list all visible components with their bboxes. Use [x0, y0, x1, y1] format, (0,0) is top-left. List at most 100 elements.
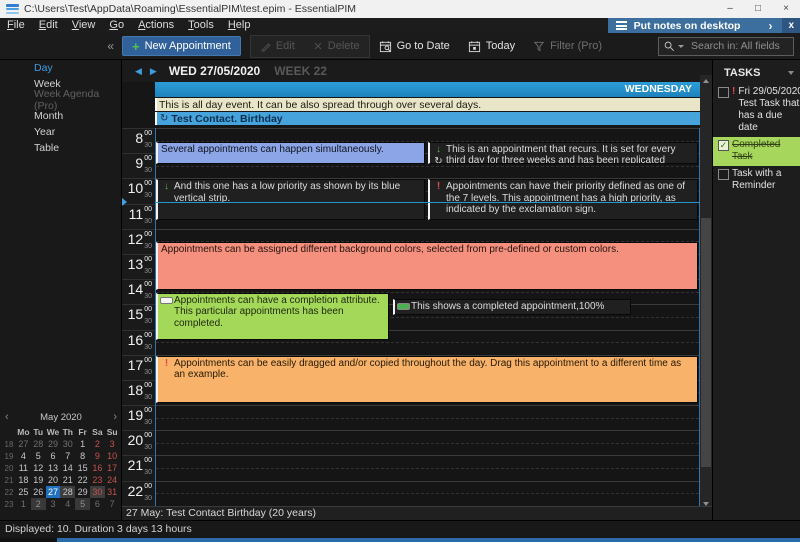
mini-calendar-day[interactable]: 16: [90, 462, 105, 474]
menu-edit[interactable]: Edit: [32, 18, 65, 33]
high-priority-icon: !: [165, 358, 168, 369]
mini-calendar-day[interactable]: 3: [105, 438, 120, 450]
mini-calendar-day[interactable]: 25: [16, 486, 31, 498]
next-month-icon[interactable]: ›: [105, 412, 117, 423]
mini-calendar-day[interactable]: 10: [105, 450, 120, 462]
mini-calendar-day[interactable]: 11: [16, 462, 31, 474]
mini-calendar-day[interactable]: 23: [90, 474, 105, 486]
mini-calendar-day[interactable]: 14: [60, 462, 75, 474]
mini-calendar-day[interactable]: 30: [90, 486, 105, 498]
search-input[interactable]: [659, 38, 793, 55]
mini-calendar-day[interactable]: 3: [46, 498, 61, 510]
mini-calendar-day[interactable]: 27: [46, 486, 61, 498]
calendar-scrollbar[interactable]: [700, 75, 712, 510]
mini-calendar-day[interactable]: 28: [60, 486, 75, 498]
mini-calendar-day[interactable]: 4: [16, 450, 31, 462]
scroll-up-icon[interactable]: [703, 79, 709, 83]
mini-calendar-day[interactable]: 12: [31, 462, 46, 474]
mini-calendar-day[interactable]: 8: [75, 450, 90, 462]
tasks-panel-header[interactable]: TASKS: [713, 60, 800, 84]
menu-tools[interactable]: Tools: [181, 18, 221, 33]
go-to-date-button[interactable]: Go to Date: [370, 40, 459, 53]
mini-calendar-day[interactable]: 4: [60, 498, 75, 510]
prev-month-icon[interactable]: ‹: [5, 412, 17, 423]
mini-calendar-day[interactable]: 29: [46, 438, 61, 450]
mini-calendar-day[interactable]: 18: [16, 474, 31, 486]
notification-banner[interactable]: Put notes on desktop › x: [608, 18, 800, 33]
edit-button[interactable]: Edit: [251, 40, 304, 52]
sidebar-item-table[interactable]: Table: [0, 140, 121, 156]
mini-calendar-day[interactable]: 7: [105, 498, 120, 510]
task-item[interactable]: Task with a Reminder: [713, 166, 800, 195]
menu-file[interactable]: File: [0, 18, 32, 33]
allday-event[interactable]: This is all day event. It can be also sp…: [155, 98, 700, 111]
mini-calendar-day[interactable]: 6: [46, 450, 61, 462]
mini-calendar-day[interactable]: 22: [75, 474, 90, 486]
appointment[interactable]: Appointments can be assigned different b…: [156, 242, 698, 289]
allday-event[interactable]: ↻Test Contact. Birthday: [155, 112, 700, 125]
maximize-button[interactable]: □: [744, 0, 772, 18]
sidebar-item-label: Day: [34, 62, 53, 74]
mini-calendar-day[interactable]: 2: [90, 438, 105, 450]
time-grid: 8003090030100030110030120030130030140030…: [122, 128, 700, 506]
task-checkbox[interactable]: [718, 87, 729, 98]
today-button[interactable]: Today: [459, 40, 524, 53]
mini-calendar-day[interactable]: 15: [75, 462, 90, 474]
mini-calendar-day[interactable]: 31: [105, 486, 120, 498]
mini-calendar-day[interactable]: 1: [16, 498, 31, 510]
task-item[interactable]: !Fri 29/05/2020Test Task that has a due …: [713, 84, 800, 137]
appointment[interactable]: Appointments can have a completion attri…: [156, 293, 389, 340]
mini-calendar-day[interactable]: 7: [60, 450, 75, 462]
mini-calendar-day[interactable]: 5: [75, 498, 90, 510]
mini-calendar-day[interactable]: 27: [16, 438, 31, 450]
appointment[interactable]: !Appointments can have their priority de…: [428, 179, 698, 220]
mini-calendar-day[interactable]: 13: [46, 462, 61, 474]
task-item[interactable]: ✓Completed Task: [713, 137, 800, 166]
mini-calendar-day[interactable]: 20: [46, 474, 61, 486]
appointment-text: Several appointments can happen simultan…: [161, 144, 421, 162]
menu-view[interactable]: View: [65, 18, 103, 33]
next-day-icon[interactable]: ▶: [146, 66, 161, 77]
sidebar-item-year[interactable]: Year: [0, 124, 121, 140]
chevron-right-icon[interactable]: ›: [768, 19, 772, 33]
appointment[interactable]: !Appointments can be easily dragged and/…: [156, 356, 698, 403]
day-column-header[interactable]: WEDNESDAY: [155, 82, 700, 97]
scrollbar-thumb[interactable]: [701, 218, 711, 467]
sidebar-item-day[interactable]: Day: [0, 60, 121, 76]
tasks-list: !Fri 29/05/2020Test Task that has a due …: [713, 84, 800, 195]
mini-calendar-day[interactable]: 9: [90, 450, 105, 462]
mini-calendar-day[interactable]: 29: [75, 486, 90, 498]
mini-calendar-day[interactable]: 30: [60, 438, 75, 450]
prev-day-icon[interactable]: ◀: [131, 66, 146, 77]
mini-calendar-week-row: 2011121314151617: [2, 462, 120, 474]
mini-calendar-day[interactable]: 21: [60, 474, 75, 486]
appointment[interactable]: This shows a completed appointment,100%: [393, 299, 631, 315]
mini-calendar-day[interactable]: 24: [105, 474, 120, 486]
appointment-text: Appointments can have a completion attri…: [174, 295, 385, 338]
menu-actions[interactable]: Actions: [131, 18, 181, 33]
appointment[interactable]: Several appointments can happen simultan…: [156, 142, 425, 164]
task-checkbox[interactable]: ✓: [718, 140, 729, 151]
mini-calendar-day[interactable]: 17: [105, 462, 120, 474]
banner-close-button[interactable]: x: [782, 18, 800, 33]
mini-calendar-day[interactable]: 28: [31, 438, 46, 450]
new-appointment-button[interactable]: + New Appointment: [122, 36, 241, 56]
mini-calendar-day[interactable]: 26: [31, 486, 46, 498]
task-checkbox[interactable]: [718, 169, 729, 180]
delete-button[interactable]: Delete: [304, 40, 369, 52]
appointment[interactable]: ↓↻This is an appointment that recurs. It…: [428, 142, 698, 164]
menu-help[interactable]: Help: [221, 18, 258, 33]
collapse-sidebar-button[interactable]: «: [107, 40, 114, 52]
minimize-button[interactable]: –: [716, 0, 744, 18]
chevron-down-icon[interactable]: [788, 71, 794, 75]
mini-calendar-day[interactable]: 2: [31, 498, 46, 510]
mini-calendar-day[interactable]: 6: [90, 498, 105, 510]
menu-go[interactable]: Go: [102, 18, 131, 33]
mini-calendar-day[interactable]: 1: [75, 438, 90, 450]
close-button[interactable]: ×: [772, 0, 800, 18]
mini-calendar-day[interactable]: 19: [31, 474, 46, 486]
appointment[interactable]: ↓And this one has a low priority as show…: [156, 179, 425, 220]
filter-button[interactable]: Filter (Pro): [524, 40, 611, 52]
mini-calendar-day[interactable]: 5: [31, 450, 46, 462]
sidebar-item-week-agenda-pro-[interactable]: Week Agenda (Pro): [0, 92, 121, 108]
